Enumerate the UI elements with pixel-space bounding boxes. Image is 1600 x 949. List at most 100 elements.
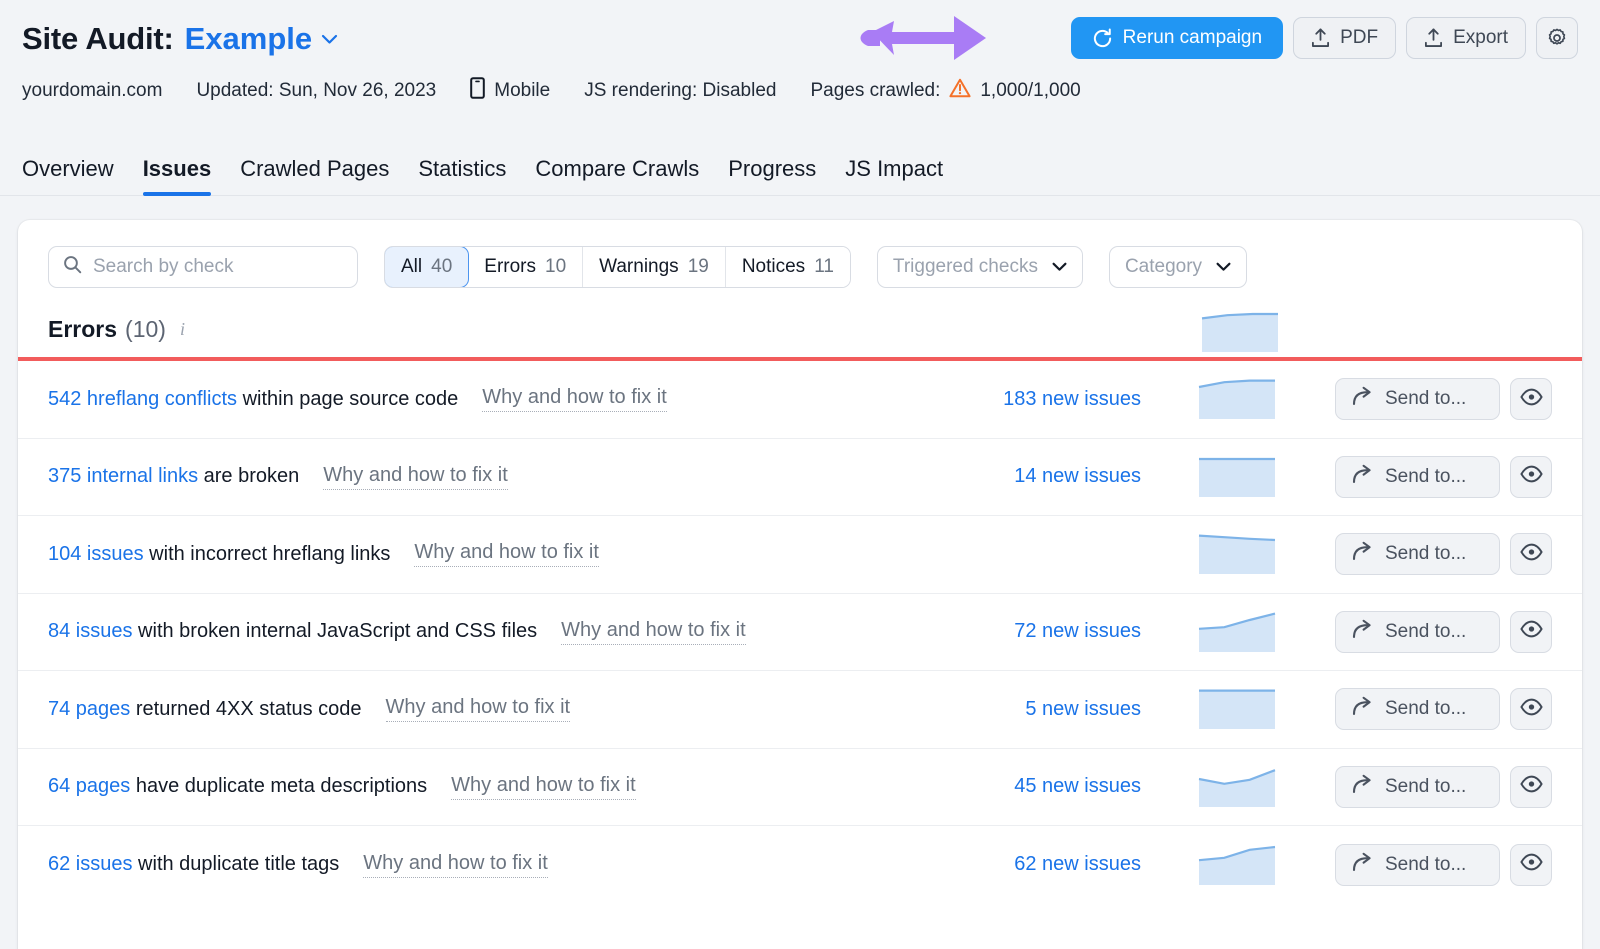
issue-label: 62 issues with duplicate title tags: [48, 853, 339, 876]
send-to-label: Send to...: [1385, 775, 1467, 797]
search-box[interactable]: [48, 246, 358, 288]
segment-warnings[interactable]: Warnings 19: [583, 247, 726, 287]
segment-warnings-count: 19: [687, 256, 709, 277]
toggle-visibility-button[interactable]: [1510, 378, 1552, 421]
info-icon[interactable]: i: [180, 319, 185, 340]
issue-rest: have duplicate meta descriptions: [130, 775, 428, 798]
send-to-button[interactable]: Send to...: [1335, 455, 1500, 498]
segment-notices[interactable]: Notices 11: [725, 247, 850, 287]
why-and-how-to-fix-link[interactable]: Why and how to fix it: [482, 386, 667, 413]
table-row[interactable]: 104 issues with incorrect hreflang links…: [18, 516, 1582, 594]
issue-type-segmented-control: All 40 Errors 10 Warnings 19 Notices 11: [384, 246, 851, 288]
issue-label: 74 pages returned 4XX status code: [48, 698, 362, 721]
send-to-button[interactable]: Send to...: [1335, 765, 1500, 808]
segment-all-count: 40: [431, 256, 453, 277]
why-and-how-to-fix-link[interactable]: Why and how to fix it: [323, 464, 508, 490]
triggered-checks-dropdown[interactable]: Triggered checks: [876, 246, 1083, 288]
why-and-how-to-fix-link[interactable]: Why and how to fix it: [414, 541, 599, 568]
table-row[interactable]: 74 pages returned 4XX status code Why an…: [18, 671, 1582, 749]
table-row[interactable]: 542 hreflang conflicts within page sourc…: [18, 361, 1582, 439]
segment-notices-label: Notices: [741, 256, 806, 277]
issue-count-link[interactable]: 64 pages: [48, 775, 130, 797]
table-row[interactable]: 84 issues with broken internal JavaScrip…: [18, 594, 1582, 671]
issue-count-link[interactable]: 84 issues: [48, 620, 133, 642]
chevron-down-icon[interactable]: [321, 34, 338, 45]
sparkline-chart: [1198, 612, 1276, 652]
warning-triangle-icon: [949, 78, 971, 104]
upload-icon: [1311, 28, 1330, 48]
why-and-how-to-fix-link[interactable]: Why and how to fix it: [385, 696, 571, 723]
toggle-visibility-button[interactable]: [1510, 688, 1552, 731]
pdf-export-button[interactable]: PDF: [1293, 17, 1397, 59]
segment-errors[interactable]: Errors 10: [468, 247, 584, 287]
new-issues-link[interactable]: 45 new issues: [961, 775, 1141, 798]
send-to-button[interactable]: Send to...: [1335, 378, 1500, 421]
errors-section-sparkline: [1201, 312, 1278, 357]
issue-count-link[interactable]: 74 pages: [48, 698, 130, 720]
table-row[interactable]: 62 issues with duplicate title tags Why …: [18, 826, 1582, 904]
pdf-export-label: PDF: [1340, 27, 1379, 48]
sparkline-chart: [1198, 534, 1276, 575]
js-rendering-label: JS rendering: Disabled: [584, 80, 777, 101]
send-to-button[interactable]: Send to...: [1335, 610, 1500, 653]
new-issues-link[interactable]: 14 new issues: [961, 465, 1141, 488]
export-button[interactable]: Export: [1406, 17, 1526, 59]
send-to-button[interactable]: Send to...: [1335, 843, 1500, 886]
segment-notices-count: 11: [814, 256, 834, 277]
row-sparkline: [1177, 379, 1297, 420]
new-issues-link[interactable]: 5 new issues: [961, 698, 1141, 721]
send-to-button[interactable]: Send to...: [1335, 533, 1500, 576]
tab-js-impact[interactable]: JS Impact: [845, 156, 943, 195]
toggle-visibility-button[interactable]: [1510, 843, 1552, 886]
chevron-down-icon: [1052, 256, 1067, 278]
send-to-label: Send to...: [1385, 853, 1467, 875]
tab-progress[interactable]: Progress: [728, 156, 816, 195]
issue-count-link[interactable]: 375 internal links: [48, 465, 198, 487]
settings-button[interactable]: [1536, 17, 1578, 59]
project-selector[interactable]: Example: [185, 21, 313, 57]
page-header: Site Audit: Example Rerun campaign PDF E…: [0, 0, 1600, 140]
new-issues-link[interactable]: 183 new issues: [961, 388, 1141, 411]
category-dropdown[interactable]: Category: [1108, 246, 1248, 288]
category-label: Category: [1124, 256, 1203, 277]
row-actions: Send to...: [1335, 843, 1552, 886]
triggered-checks-label: Triggered checks: [892, 256, 1038, 277]
new-issues-link[interactable]: 72 new issues: [961, 620, 1141, 643]
tab-overview[interactable]: Overview: [22, 156, 114, 195]
eye-icon: [1519, 620, 1543, 643]
row-sparkline: [1177, 457, 1297, 497]
send-to-button[interactable]: Send to...: [1335, 688, 1500, 731]
row-sparkline: [1177, 767, 1297, 807]
chevron-down-icon: [1216, 256, 1231, 278]
why-and-how-to-fix-link[interactable]: Why and how to fix it: [451, 774, 636, 800]
tab-issues[interactable]: Issues: [142, 156, 211, 196]
issue-count-link[interactable]: 104 issues: [48, 543, 144, 565]
toggle-visibility-button[interactable]: [1510, 455, 1552, 498]
issue-rest: returned 4XX status code: [130, 697, 362, 720]
eye-icon: [1519, 698, 1543, 721]
why-and-how-to-fix-link[interactable]: Why and how to fix it: [561, 619, 746, 645]
new-issues-link[interactable]: 62 new issues: [961, 853, 1141, 876]
why-and-how-to-fix-link[interactable]: Why and how to fix it: [363, 852, 548, 878]
table-row[interactable]: 375 internal links are broken Why and ho…: [18, 439, 1582, 516]
issue-count-link[interactable]: 542 hreflang conflicts: [48, 388, 237, 410]
share-arrow-icon: [1352, 464, 1374, 490]
row-actions: Send to...: [1335, 378, 1552, 421]
segment-all[interactable]: All 40: [384, 247, 470, 287]
table-row[interactable]: 64 pages have duplicate meta description…: [18, 749, 1582, 826]
search-input[interactable]: [93, 256, 343, 278]
tab-crawled-pages[interactable]: Crawled Pages: [240, 156, 389, 195]
toggle-visibility-button[interactable]: [1510, 533, 1552, 576]
pages-crawled-meta: Pages crawled: 1,000/1,000: [810, 78, 1081, 104]
issues-list: 542 hreflang conflicts within page sourc…: [18, 361, 1582, 904]
rerun-campaign-button[interactable]: Rerun campaign: [1070, 17, 1284, 59]
toggle-visibility-button[interactable]: [1510, 765, 1552, 808]
sparkline-chart: [1199, 689, 1275, 730]
segment-all-label: All: [401, 256, 423, 277]
sparkline-chart: [1201, 312, 1278, 352]
tab-compare-crawls[interactable]: Compare Crawls: [535, 156, 699, 195]
toggle-visibility-button[interactable]: [1510, 610, 1552, 653]
tab-statistics[interactable]: Statistics: [418, 156, 506, 195]
issue-count-link[interactable]: 62 issues: [48, 853, 133, 875]
pages-crawled-label: Pages crawled:: [810, 80, 941, 101]
